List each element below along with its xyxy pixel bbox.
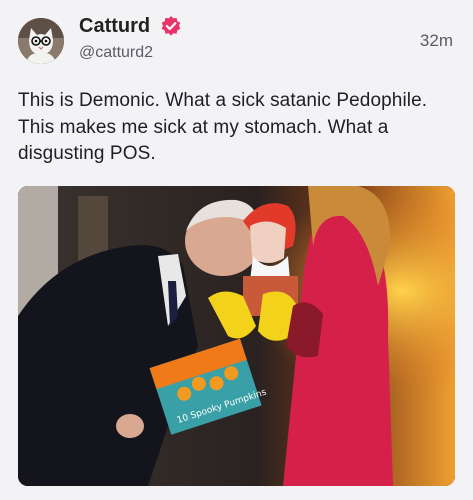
post-photo[interactable]: 10 Spooky Pumpkins [18,186,455,486]
photo-illustration: 10 Spooky Pumpkins [18,186,455,486]
author-display-name[interactable]: Catturd [79,15,150,38]
author-avatar[interactable] [18,18,64,64]
verified-badge-icon [161,16,181,36]
cat-with-glasses-icon [18,18,64,64]
post-card: Catturd @catturd2 32m This is Demonic. W… [0,0,473,500]
post-text: This is Demonic. What a sick satanic Ped… [18,90,428,164]
author-handle[interactable]: @catturd2 [79,44,153,62]
post-timestamp[interactable]: 32m [420,31,453,51]
